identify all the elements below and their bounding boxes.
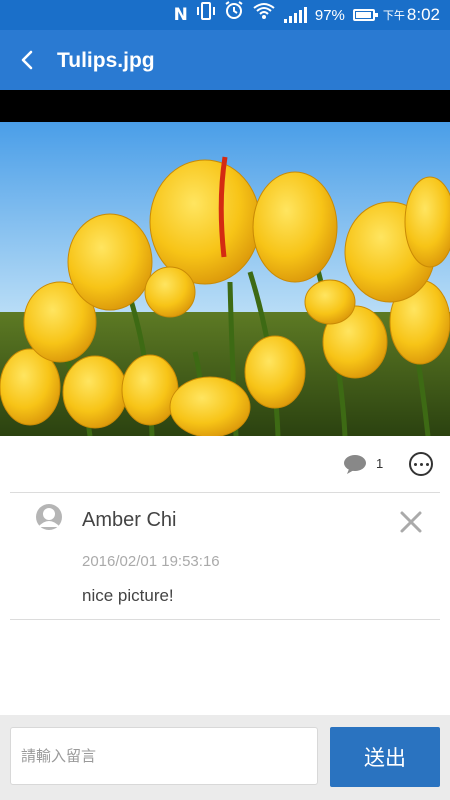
comment-count: 1: [376, 456, 384, 471]
comment-author: Amber Chi: [82, 509, 177, 531]
comment-text: nice picture!: [82, 586, 174, 605]
nfc-icon: N: [173, 5, 188, 25]
battery-level: [355, 12, 372, 18]
signal-icon: [283, 7, 307, 23]
time-prefix: 下午: [382, 10, 405, 22]
battery-percent: 97%: [314, 6, 345, 24]
battery-icon: [352, 9, 378, 21]
close-icon[interactable]: [398, 509, 424, 535]
tulips-photo[interactable]: [0, 122, 450, 436]
status-icons: N 97% 下午 8:02: [174, 0, 440, 30]
alarm-icon: [224, 0, 244, 30]
user-avatar-icon: [36, 504, 62, 530]
comment-item: Amber Chi 2016/02/01 19:53:16 nice pictu…: [0, 493, 450, 619]
comment-timestamp: 2016/02/01 19:53:16: [82, 553, 220, 570]
page-title: Tulips.jpg: [57, 49, 155, 72]
photo-actions: 1: [0, 436, 450, 492]
back-button[interactable]: [10, 42, 46, 78]
comment-input[interactable]: [10, 727, 318, 785]
wifi-icon: [252, 0, 276, 30]
divider: [10, 619, 440, 620]
image-letterbox: [0, 90, 450, 122]
vibrate-icon: [196, 0, 216, 30]
more-options-icon[interactable]: [409, 452, 433, 476]
send-button[interactable]: 送出: [330, 727, 440, 787]
comment-bubble-icon[interactable]: [343, 454, 367, 474]
comment-composer: 送出: [0, 715, 450, 800]
status-bar: N 97% 下午 8:02: [0, 0, 450, 30]
clock: 8:02: [406, 5, 440, 24]
app-bar: Tulips.jpg: [0, 30, 450, 90]
back-arrow-icon: [21, 50, 33, 70]
